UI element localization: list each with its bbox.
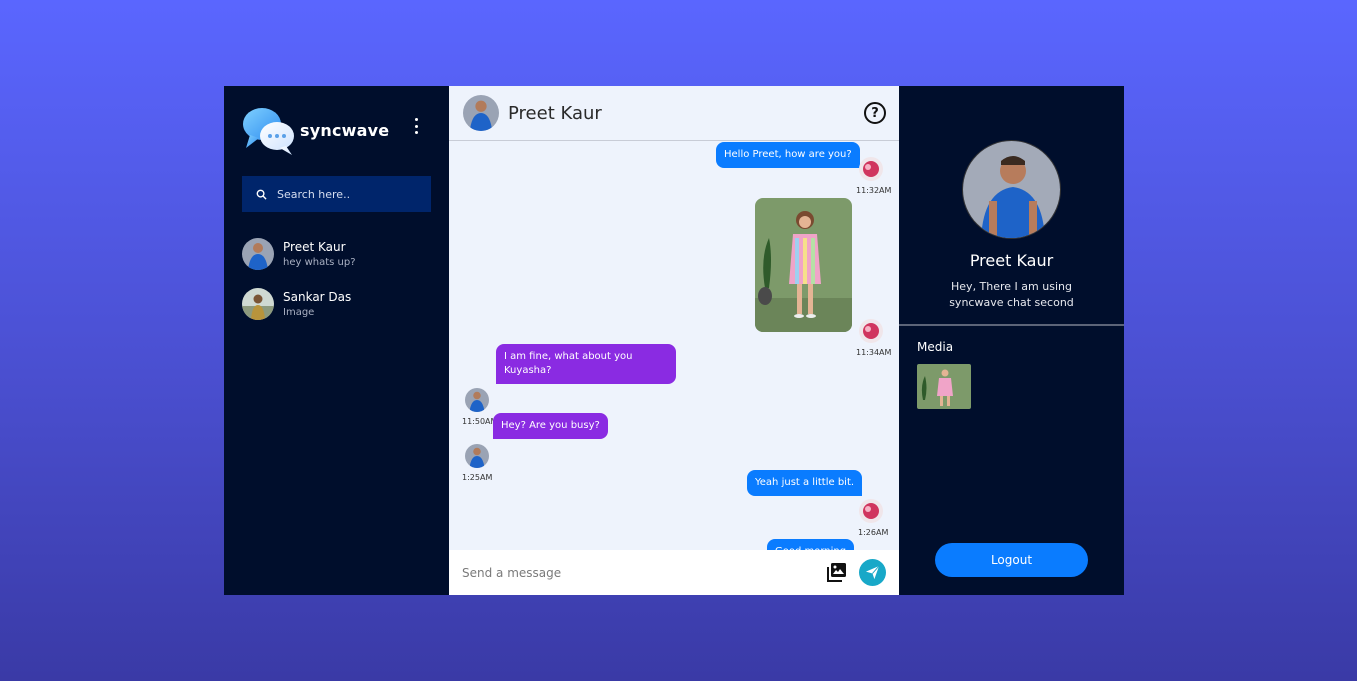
contact-item-preet-kaur[interactable]: Preet Kaur hey whats up? <box>242 238 356 270</box>
search-icon <box>256 189 267 200</box>
media-heading: Media <box>917 340 954 354</box>
logout-button[interactable]: Logout <box>935 543 1088 577</box>
contact-last-message: Image <box>283 307 315 318</box>
contact-name: Sankar Das <box>283 290 352 304</box>
message-incoming: Hey? Are you busy? <box>493 413 608 439</box>
profile-status: Hey, There I am using syncwave chat seco… <box>949 280 1074 309</box>
logo: syncwave <box>242 104 389 156</box>
message-outgoing: Good morning <box>767 539 855 550</box>
profile-avatar <box>962 140 1061 239</box>
kebab-menu-icon[interactable] <box>410 118 422 134</box>
send-button[interactable] <box>859 559 886 586</box>
divider <box>899 324 1124 326</box>
avatar <box>242 238 274 270</box>
left-sidebar: syncwave Preet Kaur hey whats up? <box>224 86 449 595</box>
message-time: 1:25AM <box>462 473 493 482</box>
avatar <box>859 319 883 343</box>
search-box <box>242 176 431 212</box>
message-outgoing: Hello Preet, how are you? <box>716 142 860 168</box>
message-composer <box>449 550 899 595</box>
message-time: 11:34AM <box>856 348 892 357</box>
chat-app: syncwave Preet Kaur hey whats up? <box>224 86 1124 595</box>
chat-header: Preet Kaur ? <box>449 86 899 141</box>
app-name: syncwave <box>300 120 390 140</box>
contact-name: Preet Kaur <box>283 240 346 254</box>
contact-last-message: hey whats up? <box>283 257 356 268</box>
chat-bubbles-logo-icon <box>242 104 296 156</box>
gallery-icon[interactable] <box>827 562 847 582</box>
chat-contact-name: Preet Kaur <box>508 102 602 124</box>
avatar <box>242 288 274 320</box>
media-thumbnail[interactable] <box>917 364 971 409</box>
profile-name: Preet Kaur <box>969 251 1054 270</box>
avatar <box>859 499 883 523</box>
profile-panel: Preet Kaur Hey, There I am using syncwav… <box>899 86 1124 595</box>
contact-item-sankar-das[interactable]: Sankar Das Image <box>242 288 351 320</box>
help-icon[interactable]: ? <box>864 102 886 124</box>
message-time: 11:32AM <box>856 186 892 195</box>
search-input[interactable] <box>277 187 417 201</box>
chat-panel: Preet Kaur ? Hello Preet, how are you? 1… <box>449 86 899 595</box>
avatar <box>463 95 499 131</box>
message-image[interactable] <box>755 198 852 332</box>
avatar <box>465 444 489 468</box>
message-input[interactable] <box>462 565 802 580</box>
avatar <box>465 388 489 412</box>
message-outgoing: Yeah just a little bit. <box>747 470 863 496</box>
message-list: Hello Preet, how are you? 11:32AM 11:34A… <box>449 142 899 550</box>
avatar <box>859 157 883 181</box>
message-time: 1:26AM <box>858 528 889 537</box>
message-incoming: I am fine, what about you Kuyasha? <box>496 344 676 384</box>
send-icon <box>865 565 880 580</box>
